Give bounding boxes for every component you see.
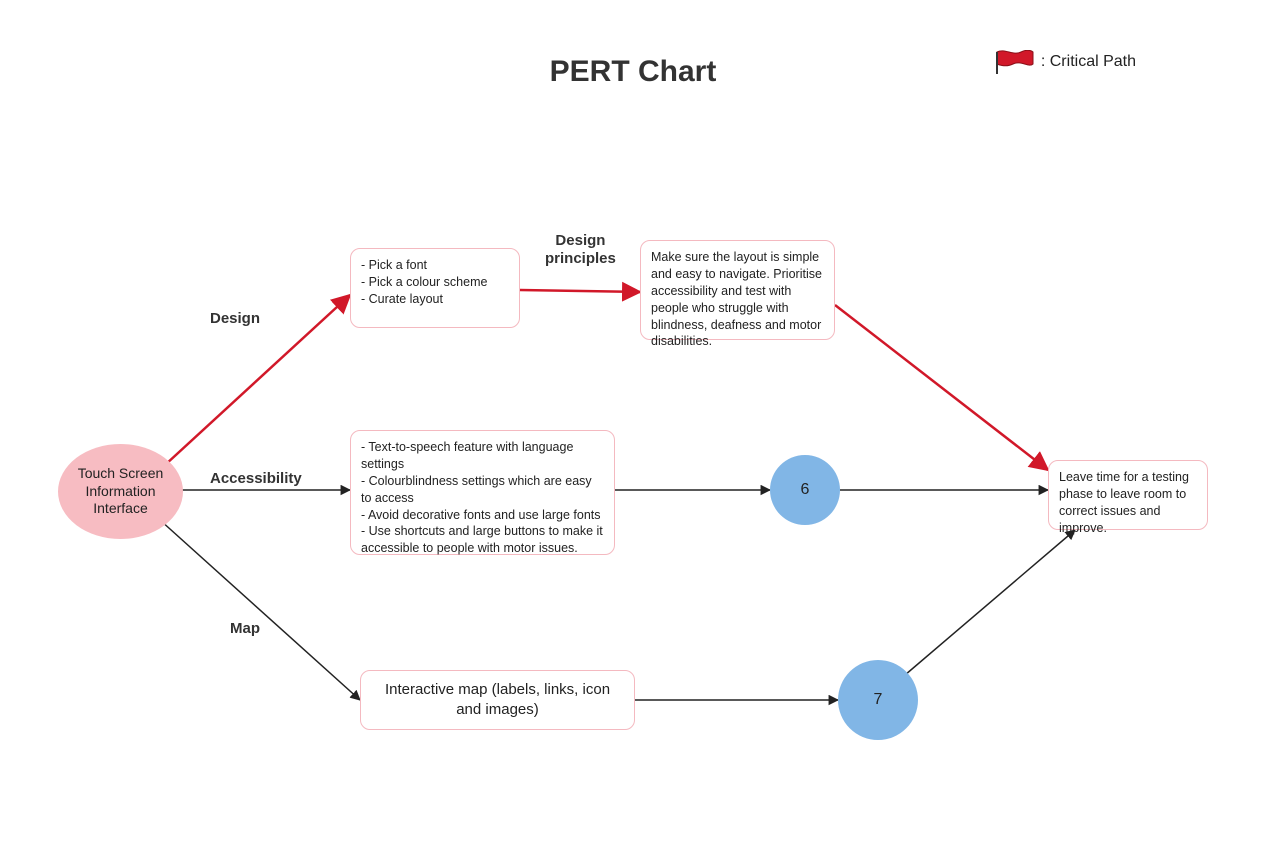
start-node-label: Touch Screen Information Interface	[58, 461, 183, 522]
edge-label-design-principles: Design principles	[545, 232, 616, 268]
start-node: Touch Screen Information Interface	[58, 444, 183, 539]
legend-label: : Critical Path	[1041, 53, 1136, 71]
edge-label-map: Map	[230, 620, 260, 637]
accessibility-box: - Text-to-speech feature with language s…	[350, 430, 615, 555]
edge-label-design: Design	[210, 310, 260, 327]
arrows-layer	[0, 0, 1266, 862]
node-6-label: 6	[801, 481, 810, 499]
principles-box: Make sure the layout is simple and easy …	[640, 240, 835, 340]
legend: : Critical Path	[995, 50, 1136, 74]
end-box: Leave time for a testing phase to leave …	[1048, 460, 1208, 530]
node-7-label: 7	[874, 691, 883, 709]
node-6: 6	[770, 455, 840, 525]
design-box: - Pick a font - Pick a colour scheme - C…	[350, 248, 520, 328]
node-7: 7	[838, 660, 918, 740]
edge-label-accessibility: Accessibility	[210, 470, 302, 487]
flag-icon	[995, 50, 1035, 74]
map-box: Interactive map (labels, links, icon and…	[360, 670, 635, 730]
